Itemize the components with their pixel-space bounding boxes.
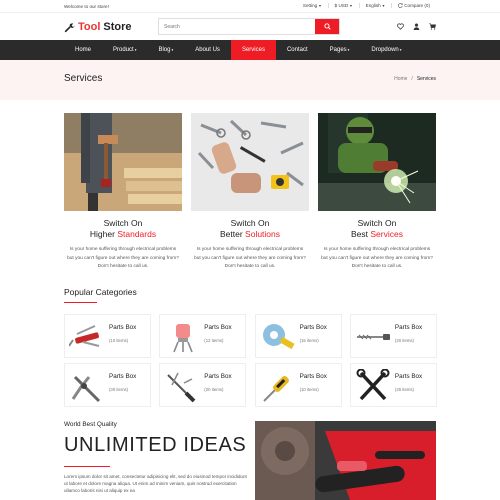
category-count: (10 items) (109, 338, 129, 343)
main-nav: Home Product ▾ Blog ▾ About Us Services Co… (0, 40, 500, 60)
top-bar-menu: Setting ▼ $ USD ▼ English ▼ Compare (0) (297, 3, 436, 8)
category-count: (15 items) (299, 338, 319, 343)
breadcrumb-separator: / (411, 76, 413, 82)
nav-item-dropdown[interactable]: Dropdown ▾ (360, 40, 412, 60)
category-count: (10 items) (299, 387, 319, 392)
chevron-down-icon: ▼ (381, 3, 386, 8)
nav-item-about-us[interactable]: About Us (184, 40, 231, 60)
headline-underline (64, 466, 110, 467)
category-name: Parts Box (394, 373, 423, 380)
logo-text-tool: Tool (78, 21, 101, 33)
chevron-down-icon: ▾ (171, 48, 174, 52)
drill-bit-icon (356, 334, 390, 340)
service-title-line1: Switch On (103, 218, 143, 228)
service-title-line1: Switch On (230, 218, 270, 228)
page-banner: Services Home / Services (0, 60, 500, 100)
category-card[interactable]: Parts Box (10 items) (64, 314, 151, 358)
currency-dropdown[interactable]: $ USD ▼ (327, 3, 359, 8)
services-section: Switch On Higher Standards Is your home … (64, 113, 436, 272)
promo-kicker: World Best Quality (64, 421, 117, 428)
nav-item-pages[interactable]: Pages ▾ (319, 40, 361, 60)
service-description: Is your home suffering through electrica… (321, 247, 433, 269)
category-card[interactable]: Parts Box (30 items) (64, 363, 151, 407)
screwdriver-icon (262, 376, 289, 402)
promo-headline: UNLIMITED IDEAS (64, 434, 247, 456)
multitool-icon (69, 325, 100, 347)
service-image-welder (318, 113, 436, 211)
breadcrumb-home[interactable]: Home (394, 76, 407, 82)
promo-text: Lorem ipsum dolor sit amet, consectetur … (64, 474, 247, 494)
category-count: (20 items) (394, 338, 414, 343)
service-title-line2: Better Solutions (219, 229, 281, 239)
nav-item-home[interactable]: Home (64, 40, 102, 60)
category-name: Parts Box (109, 373, 137, 380)
nav-item-blog[interactable]: Blog ▾ (147, 40, 184, 60)
search-button[interactable] (315, 19, 339, 34)
category-card[interactable]: Parts Box (20 items) (349, 314, 437, 358)
cart-icon[interactable] (429, 23, 436, 30)
heart-icon[interactable] (397, 23, 404, 30)
logo-text-store: Store (103, 21, 132, 33)
category-card[interactable]: Parts Box (25 items) (349, 363, 437, 407)
service-description: Is your home suffering through electrica… (194, 247, 306, 269)
search-bar (158, 18, 340, 35)
logo[interactable]: Tool Store (64, 21, 132, 33)
service-card: Switch On Higher Standards Is your home … (64, 113, 182, 272)
nav-item-services[interactable]: Services (230, 40, 276, 60)
top-bar: Welcome to our store! Setting ▼ $ USD ▼ En… (0, 0, 500, 13)
category-card[interactable]: Parts Box (10 items) (254, 363, 342, 407)
category-name: Parts Box (204, 324, 232, 331)
category-name: Parts Box (394, 324, 423, 331)
category-name: Parts Box (109, 324, 137, 331)
paint-roller-icon (173, 324, 194, 353)
categories-heading: Popular Categories (64, 287, 137, 297)
chevron-down-icon: ▾ (134, 48, 137, 52)
service-title-line2: Best Services (351, 229, 403, 239)
category-card[interactable]: Parts Box (15 items) (254, 314, 342, 358)
category-card[interactable]: Parts Box (12 items) (159, 314, 247, 358)
category-count: (30 items) (109, 387, 129, 392)
screwdriver-set-icon (167, 372, 196, 403)
crossed-tools-icon (356, 369, 390, 401)
service-card: Switch On Best Services Is your home suf… (318, 113, 436, 272)
chevron-down-icon: ▼ (318, 3, 322, 8)
header-icons (397, 23, 436, 30)
refresh-icon (398, 3, 403, 8)
nav-item-product[interactable]: Product ▾ (102, 40, 147, 60)
service-title-line1: Switch On (357, 218, 397, 228)
chevron-down-icon: ▼ (349, 3, 353, 8)
service-card: Switch On Better Solutions Is your home … (191, 113, 309, 272)
search-input[interactable] (159, 19, 315, 34)
category-name: Parts Box (299, 324, 327, 331)
promo-image-drill (255, 421, 436, 500)
category-name: Parts Box (299, 373, 327, 380)
user-icon[interactable] (413, 23, 420, 30)
tape-measure-icon (262, 324, 295, 350)
heading-underline (64, 302, 97, 303)
category-count: (20 items) (204, 387, 224, 392)
service-title-line2: Higher Standards (89, 229, 157, 239)
categories-grid: Parts Box (10 items) Parts Box (12 items… (64, 314, 437, 407)
breadcrumb: Home / Services (394, 76, 436, 82)
language-dropdown[interactable]: English ▼ (358, 3, 392, 8)
service-image-tools (191, 113, 309, 211)
category-count: (25 items) (394, 387, 414, 392)
chevron-down-icon: ▾ (399, 48, 402, 52)
setting-dropdown[interactable]: Setting ▼ (297, 3, 328, 8)
pliers-icon (71, 375, 101, 403)
chevron-down-icon: ▾ (347, 48, 350, 52)
page-title: Services (64, 73, 103, 84)
search-icon (323, 23, 331, 30)
welcome-text: Welcome to our store! (64, 4, 109, 9)
service-description: Is your home suffering through electrica… (67, 247, 179, 269)
compare-link[interactable]: Compare (0) (391, 3, 436, 8)
category-card[interactable]: Parts Box (20 items) (159, 363, 247, 407)
breadcrumb-current: Services (416, 76, 436, 82)
wrench-icon (64, 22, 75, 32)
category-count: (12 items) (204, 338, 224, 343)
header: Tool Store (0, 13, 500, 40)
nav-item-contact[interactable]: Contact (276, 40, 319, 60)
service-image-worker (64, 113, 182, 211)
category-name: Parts Box (204, 373, 232, 380)
